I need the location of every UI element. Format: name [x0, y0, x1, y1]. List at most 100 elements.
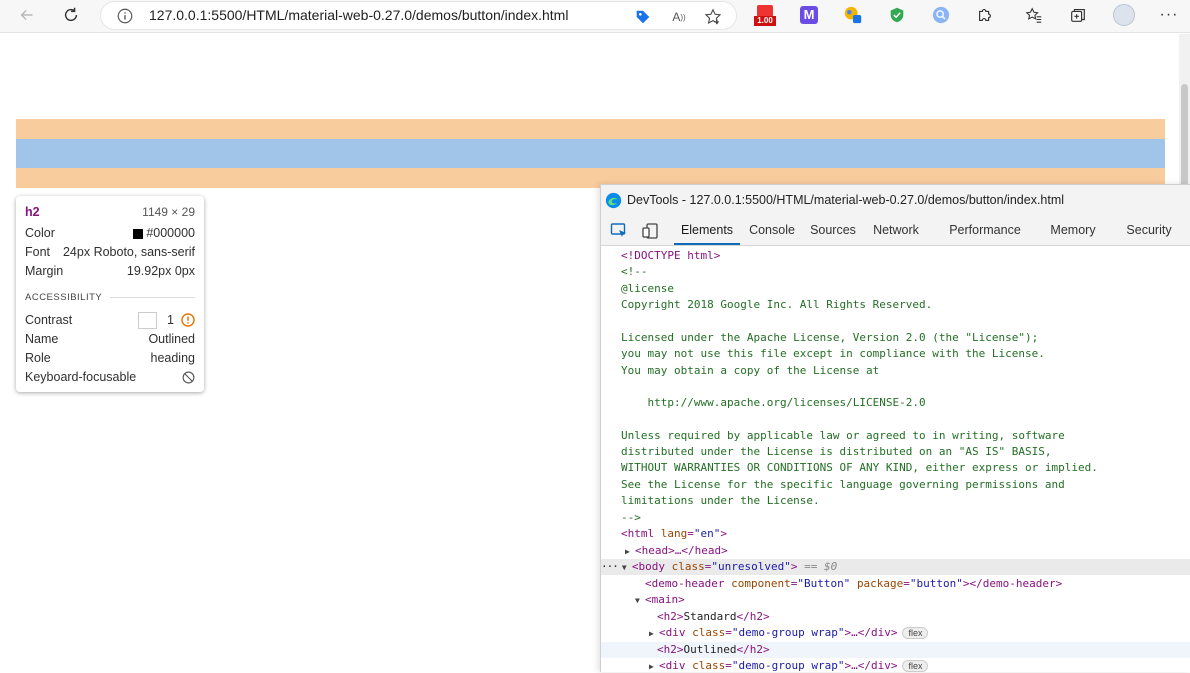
shield-extension-icon[interactable] [886, 4, 908, 26]
dom-line[interactable]: You may obtain a copy of the License at [601, 363, 1190, 379]
collapse-triangle-icon[interactable]: ▼ [622, 560, 632, 576]
expand-triangle-icon[interactable]: ▶ [649, 626, 659, 642]
tab-console[interactable]: Console [744, 215, 800, 245]
tab-network[interactable]: Network [867, 215, 925, 245]
dom-line[interactable]: Licensed under the Apache License, Versi… [601, 330, 1190, 346]
site-info-icon[interactable] [116, 7, 134, 25]
comment-line: distributed under the License is distrib… [621, 445, 1052, 458]
dom-line[interactable]: limitations under the License. [601, 493, 1190, 509]
dom-line-main[interactable]: ▼ <main> [601, 592, 1190, 608]
tag-icon[interactable] [633, 7, 653, 27]
html-tag: <html [621, 527, 661, 540]
collapse-triangle-icon[interactable]: ▼ [635, 593, 645, 609]
read-aloud-icon[interactable]: A)) [669, 7, 689, 27]
more-options-icon[interactable]: ··· [601, 560, 619, 573]
edge-logo-icon [605, 192, 622, 208]
dom-line-body-selected[interactable]: ··· ▼ <body class="unresolved"> == $0 [601, 559, 1190, 576]
comment-line: <!-- [621, 265, 648, 278]
comment-line: See the License for the specific languag… [621, 478, 1065, 491]
h2-standard-text: Standard [683, 610, 737, 623]
comment-line: http://www.apache.org/licenses/LICENSE-2… [621, 396, 926, 409]
devtools-tabbar: Elements Console Sources Network Perform… [601, 215, 1190, 246]
expand-triangle-icon[interactable]: ▶ [649, 659, 659, 673]
search-extension-icon[interactable] [930, 4, 952, 26]
tab-security[interactable]: Security [1122, 215, 1176, 245]
dom-line[interactable]: you may not use this file except in comp… [601, 346, 1190, 362]
favorites-icon[interactable] [1023, 4, 1045, 26]
devtools-title: DevTools - 127.0.0.1:5500/HTML/material-… [627, 193, 1065, 207]
comment-line: Unless required by applicable law or agr… [621, 429, 1065, 442]
h2-outlined-text: Outlined [683, 643, 737, 656]
inspect-element-icon[interactable] [610, 222, 628, 240]
refresh-button[interactable] [57, 3, 85, 27]
dom-line[interactable]: WITHOUT WARRANTIES OR CONDITIONS OF ANY … [601, 460, 1190, 476]
palette-extension-icon[interactable] [842, 4, 864, 26]
tooltip-name-label: Name [25, 332, 59, 346]
highlight-margin-top [16, 119, 1165, 139]
dom-line-demo-header[interactable]: <demo-header component="Button" package=… [601, 576, 1190, 592]
inspect-tooltip: h2 1149 × 29 Color #000000 Font 24px Rob… [16, 196, 204, 392]
devtools-window: DevTools - 127.0.0.1:5500/HTML/material-… [600, 184, 1190, 672]
dom-line-h2-standard[interactable]: <h2>Standard</h2> [601, 609, 1190, 625]
dom-line-head[interactable]: ▶ <head>…</head> [601, 543, 1190, 559]
comment-line: you may not use this file except in comp… [621, 347, 1045, 360]
div-attr-value: "demo-group wrap" [731, 626, 845, 639]
tooltip-tag: h2 [25, 205, 40, 219]
tab-elements[interactable]: Elements [674, 215, 740, 245]
comment-line: --> [621, 511, 641, 524]
comment-line: @license [621, 282, 674, 295]
tooltip-name-value: Outlined [148, 332, 195, 346]
collections-icon[interactable] [1067, 4, 1089, 26]
tab-memory[interactable]: Memory [1045, 215, 1101, 245]
contrast-swatch [138, 311, 158, 329]
dom-line[interactable]: --> [601, 510, 1190, 526]
demo-header-attr2: package [856, 577, 904, 590]
flex-badge[interactable]: flex [902, 627, 929, 639]
devtools-titlebar[interactable]: DevTools - 127.0.0.1:5500/HTML/material-… [601, 185, 1190, 215]
html-attr-name: lang [660, 527, 688, 540]
profile-avatar[interactable] [1113, 4, 1135, 26]
dom-line[interactable]: @license [601, 281, 1190, 297]
extensions-puzzle-icon[interactable] [974, 4, 996, 26]
dom-line[interactable]: <!DOCTYPE html> [601, 248, 1190, 264]
m-extension-icon[interactable]: M [798, 4, 820, 26]
color-swatch [133, 228, 144, 239]
more-menu-icon[interactable]: ··· [1158, 4, 1180, 26]
expand-triangle-icon[interactable]: ▶ [625, 544, 635, 560]
url-path: :5500/HTML/material-web-0.27.0/demos/but… [207, 7, 569, 23]
dom-line[interactable]: http://www.apache.org/licenses/LICENSE-2… [601, 395, 1190, 411]
address-bar[interactable]: 127.0.0.1:5500/HTML/material-web-0.27.0/… [100, 1, 737, 30]
dom-line-html[interactable]: <html lang="en"> [601, 526, 1190, 542]
selected-node-marker: == $0 [804, 560, 838, 573]
dom-line[interactable]: Unless required by applicable law or agr… [601, 428, 1190, 444]
tooltip-section-title: ACCESSIBILITY [25, 292, 103, 303]
body-attr-value: "unresolved" [711, 560, 791, 573]
tooltip-role-value: heading [150, 351, 196, 365]
dom-line[interactable]: Copyright 2018 Google Inc. All Rights Re… [601, 297, 1190, 313]
dom-line[interactable]: <!-- [601, 264, 1190, 280]
tab-sources[interactable]: Sources [806, 215, 860, 245]
demo-header-val2: "button" [909, 577, 963, 590]
div-attr-value: "demo-group wrap" [731, 659, 845, 672]
dom-line-div[interactable]: ▶ <div class="demo-group wrap">…</div> fle… [601, 658, 1190, 673]
tooltip-size: 1149 × 29 [142, 205, 195, 219]
dom-line-div[interactable]: ▶ <div class="demo-group wrap">…</div> fle… [601, 625, 1190, 641]
add-favorite-icon[interactable] [703, 7, 723, 27]
div-attr-name: class [692, 659, 726, 672]
dom-line[interactable]: See the License for the specific languag… [601, 477, 1190, 493]
not-allowed-icon [182, 371, 195, 383]
div-attr-name: class [692, 626, 726, 639]
comment-line: WITHOUT WARRANTIES OR CONDITIONS OF ANY … [621, 461, 1098, 474]
url-text[interactable]: 127.0.0.1:5500/HTML/material-web-0.27.0/… [149, 7, 568, 23]
tab-performance[interactable]: Performance [944, 215, 1026, 245]
extension-badge-icon[interactable]: 1.00 [754, 4, 776, 26]
doctype: <!DOCTYPE html> [621, 249, 721, 262]
tooltip-margin-label: Margin [25, 264, 64, 278]
device-emulation-icon[interactable] [641, 222, 659, 240]
dom-line-h2-outlined-hovered[interactable]: <h2>Outlined</h2> [601, 642, 1190, 659]
comment-line: You may obtain a copy of the License at [621, 364, 880, 377]
back-button[interactable] [13, 3, 41, 27]
dom-line[interactable]: distributed under the License is distrib… [601, 444, 1190, 460]
main-tag: <main> [645, 593, 685, 606]
flex-badge[interactable]: flex [902, 660, 929, 672]
